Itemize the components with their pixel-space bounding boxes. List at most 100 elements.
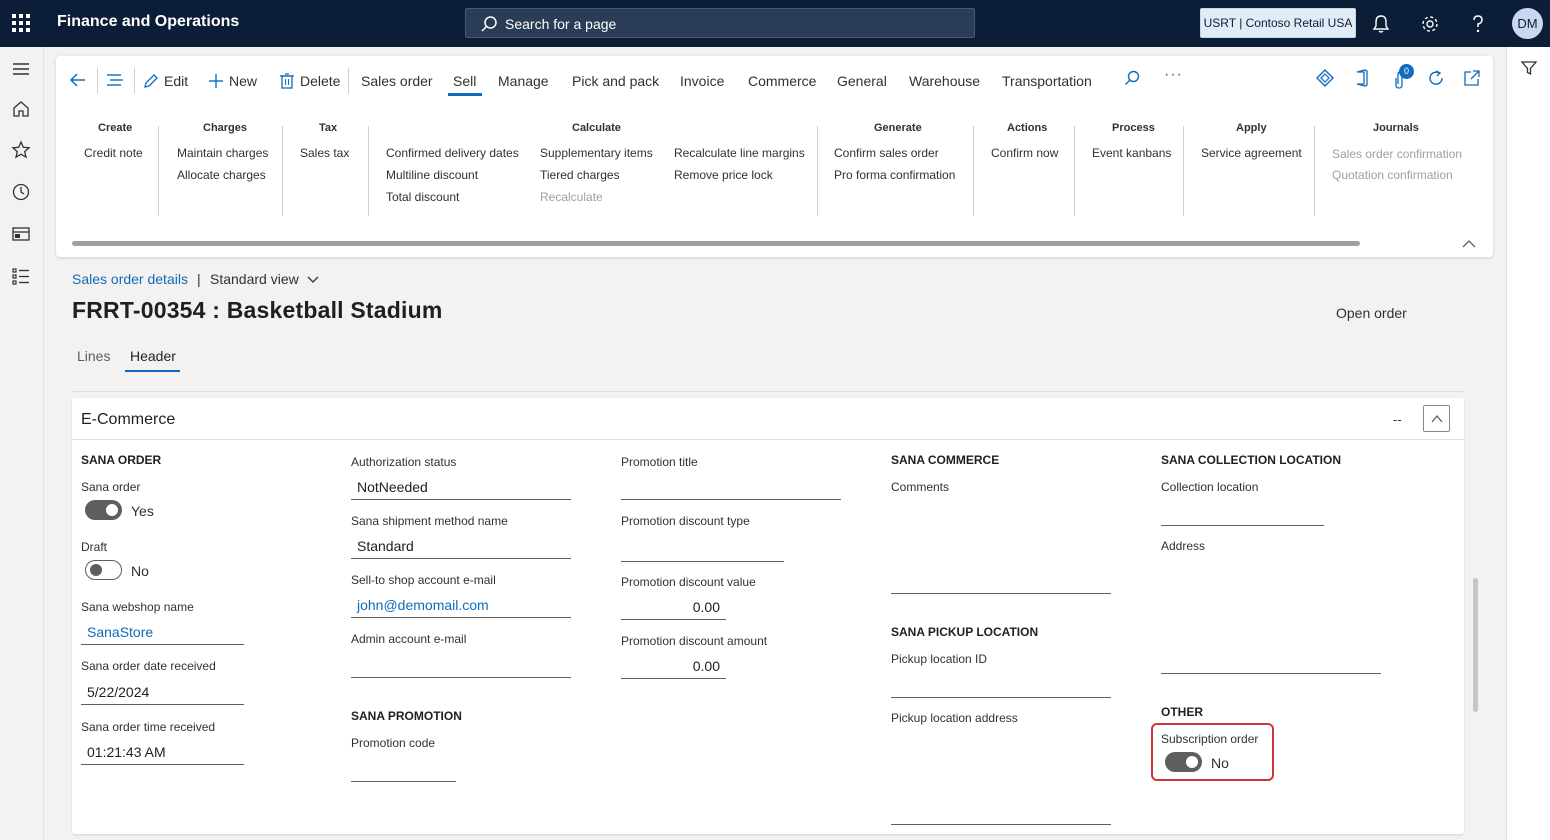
filter-icon[interactable] (1520, 59, 1538, 77)
office-icon[interactable] (1352, 68, 1372, 88)
shipment-method-field[interactable]: Standard (351, 535, 571, 559)
event-kanbans-button[interactable]: Event kanbans (1092, 146, 1171, 160)
fasttab-title: E-Commerce (81, 411, 176, 428)
search-icon[interactable] (1123, 69, 1141, 87)
remove-price-lock-button[interactable]: Remove price lock (674, 168, 773, 182)
toolbar-divider (97, 68, 98, 94)
pickup-location-id-label: Pickup location ID (891, 652, 988, 666)
promotion-type-field[interactable] (621, 538, 784, 562)
webshop-name-label: Sana webshop name (81, 600, 194, 614)
tab-manage[interactable]: Manage (498, 67, 549, 95)
bell-icon[interactable] (1370, 13, 1392, 35)
supplementary-items-button[interactable]: Supplementary items (540, 146, 653, 160)
order-time-field[interactable]: 01:21:43 AM (81, 741, 244, 765)
attachment-count-badge: 0 (1399, 64, 1414, 79)
menu-lines-icon[interactable] (105, 70, 125, 90)
power-apps-icon[interactable] (1315, 68, 1335, 88)
tab-lines[interactable]: Lines (77, 348, 110, 364)
workspaces-icon[interactable] (11, 224, 31, 244)
view-selector[interactable]: Standard view (210, 271, 319, 287)
open-new-window-icon[interactable] (1462, 68, 1482, 88)
confirmed-delivery-dates-button[interactable]: Confirmed delivery dates (386, 146, 519, 160)
address-field[interactable] (1161, 673, 1381, 674)
group-title-calculate: Calculate (572, 122, 621, 134)
service-agreement-button[interactable]: Service agreement (1201, 146, 1302, 160)
pickup-location-address-field[interactable] (891, 824, 1111, 825)
home-icon[interactable] (11, 99, 31, 119)
hamburger-icon[interactable] (11, 59, 31, 79)
active-tab-indicator (125, 370, 180, 372)
authorization-status-field[interactable]: NotNeeded (351, 476, 571, 500)
shop-email-field[interactable]: john@demomail.com (351, 594, 571, 618)
admin-email-field[interactable] (351, 654, 571, 678)
comments-label: Comments (891, 480, 950, 494)
maintain-charges-button[interactable]: Maintain charges (177, 146, 268, 160)
company-picker[interactable]: USRT | Contoso Retail USA (1200, 8, 1356, 38)
tab-header[interactable]: Header (130, 348, 176, 364)
app-title[interactable]: Finance and Operations (57, 13, 239, 31)
promotion-amount-field[interactable]: 0.00 (621, 655, 726, 679)
tab-invoice[interactable]: Invoice (680, 67, 724, 95)
promotion-title-label: Promotion title (621, 455, 698, 469)
group-title-process: Process (1112, 122, 1155, 134)
multiline-discount-button[interactable]: Multiline discount (386, 168, 478, 182)
sana-order-toggle[interactable] (85, 500, 122, 520)
chevron-up-icon[interactable] (1461, 236, 1477, 252)
recent-clock-icon[interactable] (11, 182, 31, 202)
tab-pick-and-pack[interactable]: Pick and pack (572, 67, 659, 95)
vertical-scrollbar[interactable] (1473, 578, 1478, 712)
tiered-charges-button[interactable]: Tiered charges (540, 168, 620, 182)
pickup-location-id-field[interactable] (891, 697, 1111, 698)
confirm-sales-order-button[interactable]: Confirm sales order (834, 146, 939, 160)
more-options-icon[interactable]: ··· (1164, 66, 1183, 84)
comments-field[interactable] (891, 593, 1111, 594)
app-launcher-icon[interactable] (10, 12, 32, 34)
sales-tax-button[interactable]: Sales tax (300, 146, 349, 160)
tab-transportation[interactable]: Transportation (1002, 67, 1092, 95)
back-arrow-icon[interactable] (68, 70, 88, 90)
confirm-now-button[interactable]: Confirm now (991, 146, 1058, 160)
gear-icon[interactable] (1419, 13, 1441, 35)
webshop-name-field[interactable]: SanaStore (81, 621, 244, 645)
draft-toggle[interactable] (85, 560, 122, 580)
horizontal-scrollbar[interactable] (72, 241, 1360, 246)
modules-list-icon[interactable] (11, 266, 31, 286)
total-discount-button[interactable]: Total discount (386, 190, 459, 204)
avatar[interactable]: DM (1512, 8, 1543, 39)
recalculate-button[interactable]: Recalculate (540, 190, 603, 204)
collapse-button[interactable] (1423, 405, 1450, 432)
tab-sales-order[interactable]: Sales order (361, 67, 433, 95)
new-button[interactable]: New (207, 67, 257, 95)
help-icon[interactable] (1467, 13, 1489, 35)
favorites-star-icon[interactable] (11, 140, 31, 160)
group-title-create: Create (98, 122, 133, 134)
tab-general[interactable]: General (837, 67, 887, 95)
order-date-label: Sana order date received (81, 659, 216, 673)
address-label: Address (1161, 539, 1206, 553)
tab-sell[interactable]: Sell (453, 67, 476, 95)
tab-commerce[interactable]: Commerce (748, 67, 816, 95)
promotion-title-field[interactable] (621, 476, 841, 500)
sales-order-confirmation-button[interactable]: Sales order confirmation (1332, 147, 1462, 161)
recalculate-line-margins-button[interactable]: Recalculate line margins (674, 146, 805, 160)
tab-warehouse[interactable]: Warehouse (909, 67, 980, 95)
search-box[interactable]: Search for a page (465, 8, 975, 38)
delete-button[interactable]: Delete (278, 67, 340, 95)
section-sana-collection-location: SANA COLLECTION LOCATION (1161, 453, 1341, 467)
edit-button[interactable]: Edit (142, 67, 188, 95)
fasttab-header[interactable]: E-Commerce -- (72, 398, 1464, 440)
highlight-annotation (1151, 723, 1274, 781)
group-separator (973, 126, 974, 216)
promotion-code-field[interactable] (351, 758, 456, 782)
credit-note-button[interactable]: Credit note (84, 146, 143, 160)
order-date-field[interactable]: 5/22/2024 (81, 681, 244, 705)
pro-forma-confirmation-button[interactable]: Pro forma confirmation (834, 168, 955, 182)
collection-location-field[interactable] (1161, 525, 1324, 526)
chevron-up-icon (1431, 414, 1443, 423)
breadcrumb[interactable]: Sales order details (72, 271, 188, 287)
promotion-value-field[interactable]: 0.00 (621, 596, 726, 620)
toolbar-divider (134, 68, 135, 94)
allocate-charges-button[interactable]: Allocate charges (177, 168, 266, 182)
quotation-confirmation-button[interactable]: Quotation confirmation (1332, 168, 1453, 182)
refresh-icon[interactable] (1426, 68, 1446, 88)
